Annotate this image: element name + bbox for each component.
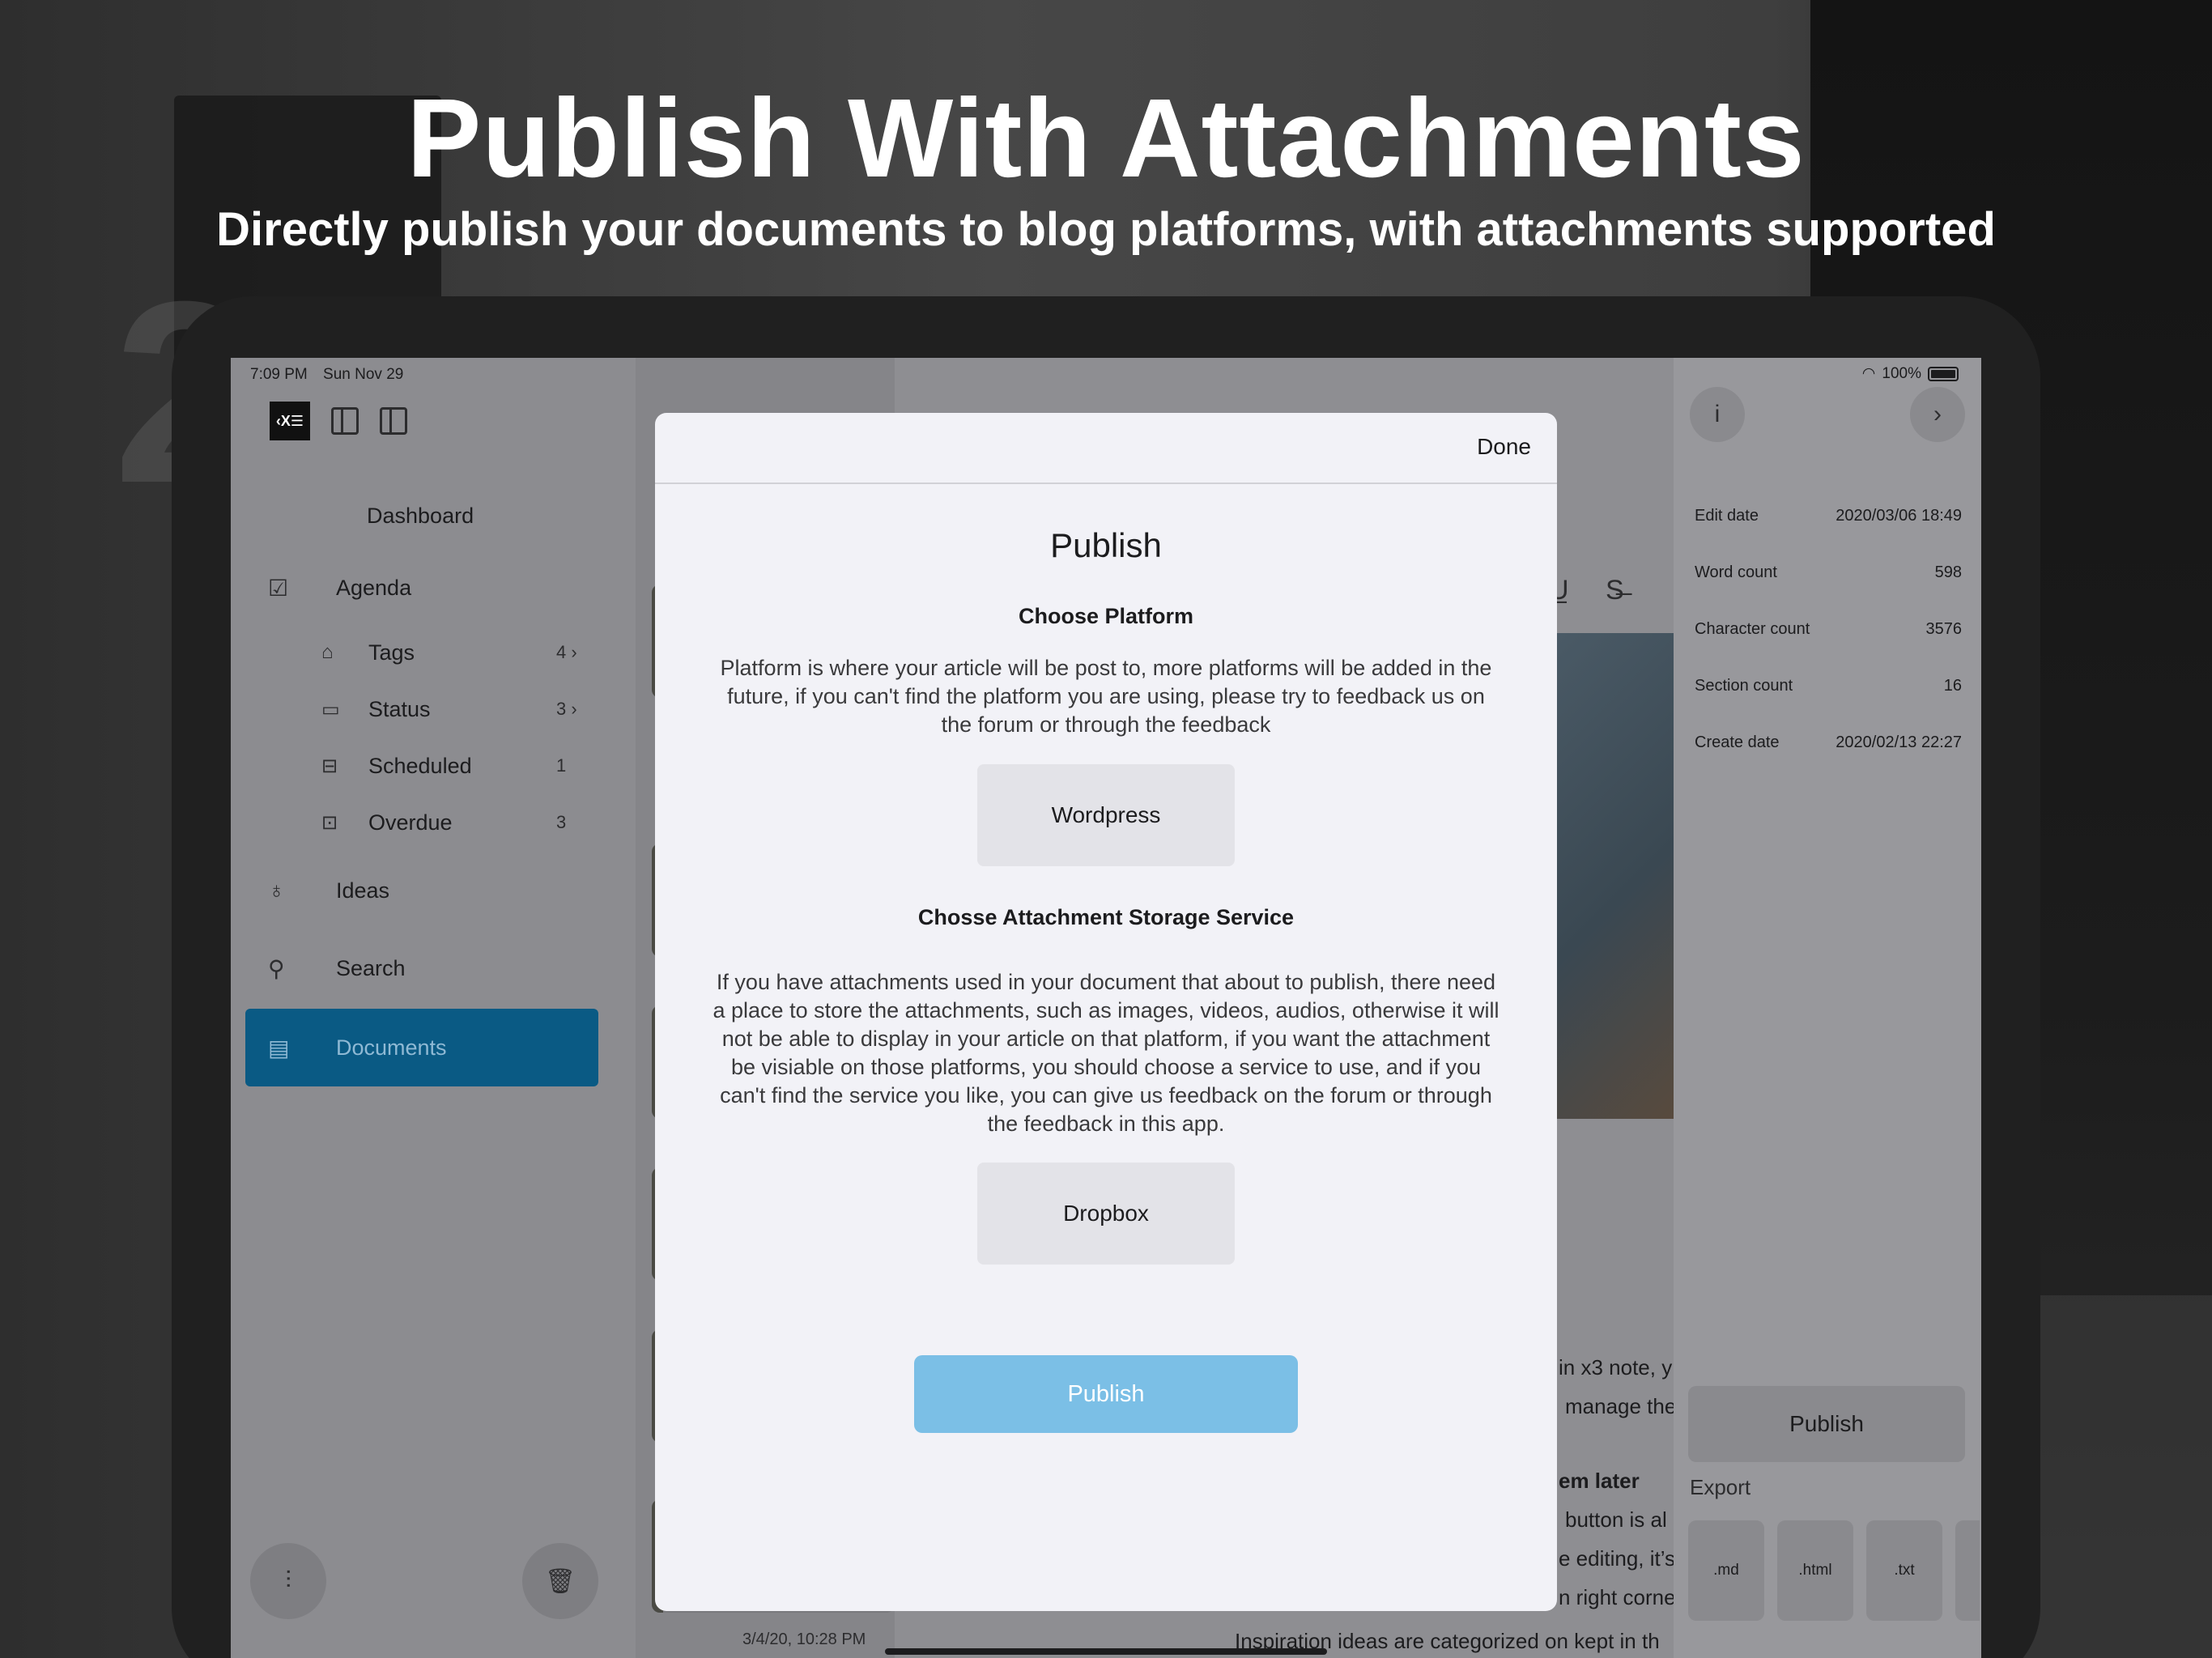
home-indicator (885, 1648, 1327, 1655)
editor-line: in x3 note, y (1559, 1355, 1673, 1380)
wordpress-option-button[interactable]: Wordpress (977, 764, 1235, 866)
sidebar-item-label: Documents (336, 1035, 447, 1060)
meta-label: Edit date (1695, 507, 1759, 525)
sliders-icon: ⫶ (285, 1567, 291, 1594)
meta-row-character-count: Character count 3576 (1695, 620, 1962, 639)
storage-description: If you have attachments used in your doc… (713, 970, 1499, 1136)
info-icon: i (1714, 401, 1721, 427)
battery-icon (1928, 366, 1959, 381)
sidebar-item-label: Tags (368, 640, 415, 665)
editor-line: n right corne (1559, 1585, 1676, 1609)
sidebar-item-label: Overdue (368, 810, 453, 835)
sidebar-item-agenda[interactable]: ☑ Agenda (231, 563, 636, 612)
wifi-icon: ◠ (1861, 365, 1876, 382)
scheduled-icon: ⊟ (321, 755, 338, 777)
trash-icon: 🗑 (544, 1567, 576, 1595)
sidebar-item-documents[interactable]: ▤ Documents (245, 1009, 598, 1086)
info-button[interactable]: i (1690, 387, 1745, 442)
sidebar: 7:09 PM Sun Nov 29 ‹X☰ Dashboard ☑ Agend… (231, 358, 636, 1658)
sidebar-item-label: Search (336, 955, 406, 980)
sidebar-dashboard[interactable]: Dashboard (367, 504, 474, 529)
sidebar-item-count: 1 (556, 755, 567, 776)
editor-line: em later (1559, 1469, 1640, 1493)
calendar-check-icon: ☑ (268, 575, 289, 601)
sidebar-item-label: Status (368, 696, 431, 721)
headline: Publish With Attachments (406, 76, 1806, 201)
meta-row-word-count: Word count 598 (1695, 563, 1962, 582)
export-more-button[interactable] (1955, 1520, 1980, 1621)
battery-percentage: 100% (1882, 364, 1921, 382)
export-md-button[interactable]: .md (1688, 1520, 1764, 1621)
sidebar-item-status[interactable]: ▭ Status 3 › (231, 685, 636, 733)
sidebar-toggle-icon[interactable] (331, 407, 359, 435)
meta-value: 16 (1943, 677, 1962, 695)
sidebar-item-search[interactable]: ⚲ Search (231, 944, 636, 993)
sidebar-item-scheduled[interactable]: ⊟ Scheduled 1 (231, 742, 636, 790)
app-logo-icon[interactable]: ‹X☰ (270, 402, 310, 440)
meta-label: Word count (1695, 563, 1777, 581)
document-icon: ▤ (268, 1035, 290, 1061)
sidebar-item-count: 3 (556, 812, 567, 832)
next-button[interactable]: › (1910, 387, 1965, 442)
strikethrough-icon[interactable]: S̶ (1606, 575, 1624, 606)
meta-value: 2020/03/06 18:49 (1836, 507, 1962, 525)
meta-row-edit-date: Edit date 2020/03/06 18:49 (1695, 507, 1962, 525)
editor-line: manage the (1565, 1394, 1677, 1418)
sidebar-item-ideas[interactable]: ♁ Ideas (231, 866, 636, 915)
meta-value: 3576 (1925, 620, 1963, 638)
inspector-publish-button[interactable]: Publish (1688, 1386, 1965, 1462)
tag-icon: ⌂ (321, 641, 334, 663)
editor-line: e editing, it’s (1559, 1546, 1676, 1571)
inspector-panel: ◠ 100% i › Edit date 2020/03/06 18:49 Wo… (1674, 358, 1981, 1658)
modal-title: Publish (1050, 526, 1162, 564)
sidebar-item-label: Scheduled (368, 753, 472, 778)
editor-line: button is al (1565, 1507, 1667, 1532)
chevron-right-icon: › (1933, 401, 1942, 427)
sidebar-item-label: Agenda (336, 575, 412, 600)
meta-row-create-date: Create date 2020/02/13 22:27 (1695, 733, 1962, 752)
search-icon: ⚲ (268, 955, 285, 981)
sidebar-item-tags[interactable]: ⌂ Tags 4 › (231, 628, 636, 677)
sidebar-item-overdue[interactable]: ⊡ Overdue 3 (231, 798, 636, 847)
platform-heading: Choose Platform (1018, 604, 1194, 628)
publish-modal: Done Publish Choose Platform Platform is… (655, 413, 1557, 1611)
meta-value: 2020/02/13 22:27 (1836, 733, 1962, 751)
overdue-icon: ⊡ (321, 811, 338, 834)
document-date: 3/4/20, 10:28 PM (742, 1630, 866, 1648)
export-html-button[interactable]: .html (1777, 1520, 1853, 1621)
export-label: Export (1690, 1475, 1751, 1499)
status-bar-left: 7:09 PM Sun Nov 29 (250, 366, 415, 384)
sidebar-item-count: 3 › (556, 699, 577, 719)
modal-header: Done (655, 413, 1557, 484)
storage-heading: Chosse Attachment Storage Service (917, 905, 1295, 929)
status-time: 7:09 PM (250, 366, 308, 383)
publish-button[interactable]: Publish (914, 1355, 1298, 1433)
lightbulb-icon: ♁ (268, 878, 285, 903)
sidebar-item-label: Ideas (336, 878, 390, 903)
meta-row-section-count: Section count 16 (1695, 677, 1962, 695)
settings-sliders-button[interactable]: ⫶ (250, 1543, 326, 1619)
status-bar-right: ◠ 100% (1862, 364, 1959, 383)
meta-label: Character count (1695, 620, 1810, 638)
dropbox-option-button[interactable]: Dropbox (977, 1163, 1235, 1265)
meta-label: Section count (1695, 677, 1793, 695)
trash-button[interactable]: 🗑 (522, 1543, 598, 1619)
platform-description: Platform is where your article will be p… (720, 656, 1492, 737)
status-date: Sun Nov 29 (323, 366, 404, 383)
meta-value: 598 (1934, 563, 1962, 581)
status-icon: ▭ (321, 698, 340, 721)
done-button[interactable]: Done (1477, 434, 1531, 460)
sidebar-toolbar: ‹X☰ (270, 402, 407, 440)
export-txt-button[interactable]: .txt (1866, 1520, 1942, 1621)
sidebar-item-count: 4 › (556, 642, 577, 662)
subheadline: Directly publish your documents to blog … (216, 203, 1996, 256)
layout-toggle-icon[interactable] (380, 407, 407, 435)
meta-label: Create date (1695, 733, 1780, 751)
